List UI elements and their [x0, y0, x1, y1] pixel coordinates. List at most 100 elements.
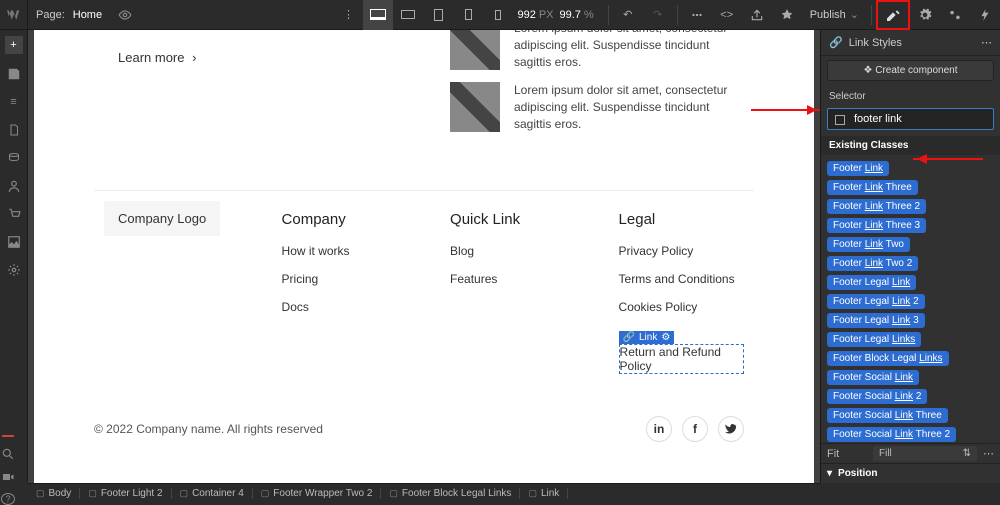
facebook-icon[interactable]: f	[682, 416, 708, 442]
selected-footer-link[interactable]: Return and Refund Policy	[619, 344, 744, 374]
more-icon[interactable]: ⋯	[983, 447, 994, 460]
learn-more-link[interactable]: Learn more	[118, 50, 184, 65]
interactions-panel-icon[interactable]	[940, 0, 970, 30]
navigator-icon[interactable]: ≡	[6, 94, 22, 110]
ecommerce-icon[interactable]	[6, 206, 22, 222]
webflow-logo-icon[interactable]	[7, 8, 21, 22]
footer-link[interactable]: Features	[450, 272, 559, 286]
zoom-unit: %	[584, 9, 594, 21]
gear-icon[interactable]: ⚙	[661, 332, 670, 343]
breadcrumb-item[interactable]: ▢Link	[520, 488, 568, 499]
footer-link[interactable]: Cookies Policy	[619, 300, 744, 314]
style-panel-icon[interactable]	[876, 0, 910, 30]
class-tag[interactable]: Footer Link Three 3	[827, 218, 926, 233]
class-tag[interactable]: Footer Link Three	[827, 180, 918, 195]
class-tag[interactable]: Footer Social Link Three	[827, 408, 948, 423]
breadcrumb-item[interactable]: ▢Footer Wrapper Two 2	[253, 488, 382, 499]
add-element-icon[interactable]: +	[5, 36, 23, 54]
class-tag[interactable]: Footer Social Link	[827, 370, 919, 385]
breadcrumb-item[interactable]: ▢Body	[28, 488, 80, 499]
position-label: Position	[838, 468, 877, 479]
thumbnail-icon	[450, 30, 500, 70]
copyright-text: © 2022 Company name. All rights reserved	[94, 422, 323, 436]
element-icon: ▢	[389, 488, 398, 499]
search-icon[interactable]	[0, 447, 16, 461]
device-desktop-icon[interactable]	[363, 0, 393, 30]
settings-panel-icon[interactable]	[910, 0, 940, 30]
design-canvas[interactable]: Learn more › Lorem ipsum dolor sit amet,…	[28, 30, 820, 483]
comment-icon[interactable]	[682, 0, 712, 30]
footer-col-title: Legal	[619, 211, 744, 228]
class-tag[interactable]: Footer Social Link 2	[827, 389, 927, 404]
chevron-down-icon[interactable]: ⌄	[850, 8, 859, 21]
device-laptop-icon[interactable]	[393, 0, 423, 30]
footer-col-title: Company	[282, 211, 391, 228]
canvas-width[interactable]: 992	[517, 9, 535, 21]
assets-icon[interactable]	[6, 234, 22, 250]
company-logo[interactable]: Company Logo	[104, 201, 220, 236]
zoom-value[interactable]: 99.7	[560, 9, 581, 21]
excerpt-text: Lorem ipsum dolor sit amet, consectetur …	[514, 82, 734, 132]
element-icon: ▢	[528, 488, 537, 499]
class-tag[interactable]: Footer Link Two 2	[827, 256, 918, 271]
undo-icon[interactable]: ↶	[613, 0, 643, 30]
excerpt-text: Lorem ipsum dolor sit amet, consectetur …	[514, 30, 734, 70]
export-icon[interactable]	[742, 0, 772, 30]
preview-icon[interactable]	[110, 0, 140, 30]
footer-link[interactable]: Docs	[282, 300, 391, 314]
class-tag[interactable]: Footer Link Two	[827, 237, 910, 252]
users-icon[interactable]	[6, 178, 22, 194]
link-icon: 🔗	[623, 332, 635, 343]
linkedin-icon[interactable]: in	[646, 416, 672, 442]
footer-link[interactable]: Blog	[450, 244, 559, 258]
breadcrumb-item[interactable]: ▢Container 4	[172, 488, 253, 499]
help-icon[interactable]: ?	[1, 493, 15, 505]
footer-link[interactable]: Pricing	[282, 272, 391, 286]
class-tag[interactable]: Footer Legal Link 3	[827, 313, 925, 328]
settings-icon[interactable]	[6, 262, 22, 278]
collapse-icon[interactable]: ▾	[827, 468, 832, 479]
more-icon[interactable]: ⋮	[333, 0, 363, 30]
page-name[interactable]: Home	[73, 9, 102, 21]
code-icon[interactable]: <>	[712, 0, 742, 30]
class-tag[interactable]: Footer Social Link Three 2	[827, 427, 956, 442]
file-icon[interactable]	[6, 122, 22, 138]
class-tag[interactable]: Footer Legal Links	[827, 332, 921, 347]
breadcrumb-item[interactable]: ▢Footer Block Legal Links	[381, 488, 520, 499]
twitter-icon[interactable]	[718, 416, 744, 442]
device-tablet-icon[interactable]	[423, 0, 453, 30]
redo-icon[interactable]: ↷	[643, 0, 673, 30]
fit-label: Fit	[827, 448, 867, 460]
element-icon: ▢	[180, 488, 189, 499]
class-tag[interactable]: Footer Link Three 2	[827, 199, 926, 214]
more-icon[interactable]: ⋯	[981, 36, 992, 49]
footer-columns: Company Logo Company How it works Pricin…	[34, 211, 814, 388]
element-icon: ▢	[36, 488, 45, 499]
class-tag[interactable]: Footer Block Legal Links	[827, 351, 949, 366]
component-icon: ❖	[863, 65, 872, 76]
breadcrumb-item[interactable]: ▢Footer Light 2	[80, 488, 171, 499]
pages-icon[interactable]	[6, 66, 22, 82]
class-tag[interactable]: Footer Legal Link	[827, 275, 916, 290]
device-tablet-sm-icon[interactable]	[453, 0, 483, 30]
selector-input[interactable]: footer link	[827, 108, 994, 130]
create-component-button[interactable]: ❖ Create component	[827, 60, 994, 81]
record-icon[interactable]	[2, 435, 14, 437]
device-mobile-icon[interactable]	[483, 0, 513, 30]
annotation-arrow	[751, 109, 820, 111]
class-tag[interactable]: Footer Link	[827, 161, 889, 176]
publish-button[interactable]: Publish	[802, 9, 850, 21]
footer-link[interactable]: Terms and Conditions	[619, 272, 744, 286]
fit-select[interactable]: Fill ⇅	[873, 446, 977, 461]
effects-panel-icon[interactable]	[970, 0, 1000, 30]
footer-col-title: Quick Link	[450, 211, 559, 228]
video-icon[interactable]	[0, 471, 16, 483]
audit-icon[interactable]	[772, 0, 802, 30]
selected-element-badge[interactable]: 🔗 Link ⚙	[619, 331, 675, 344]
page-label: Page:	[28, 9, 73, 21]
link-icon: 🔗	[829, 36, 843, 49]
cms-icon[interactable]	[6, 150, 22, 166]
footer-link[interactable]: How it works	[282, 244, 391, 258]
class-tag[interactable]: Footer Legal Link 2	[827, 294, 925, 309]
footer-link[interactable]: Privacy Policy	[619, 244, 744, 258]
